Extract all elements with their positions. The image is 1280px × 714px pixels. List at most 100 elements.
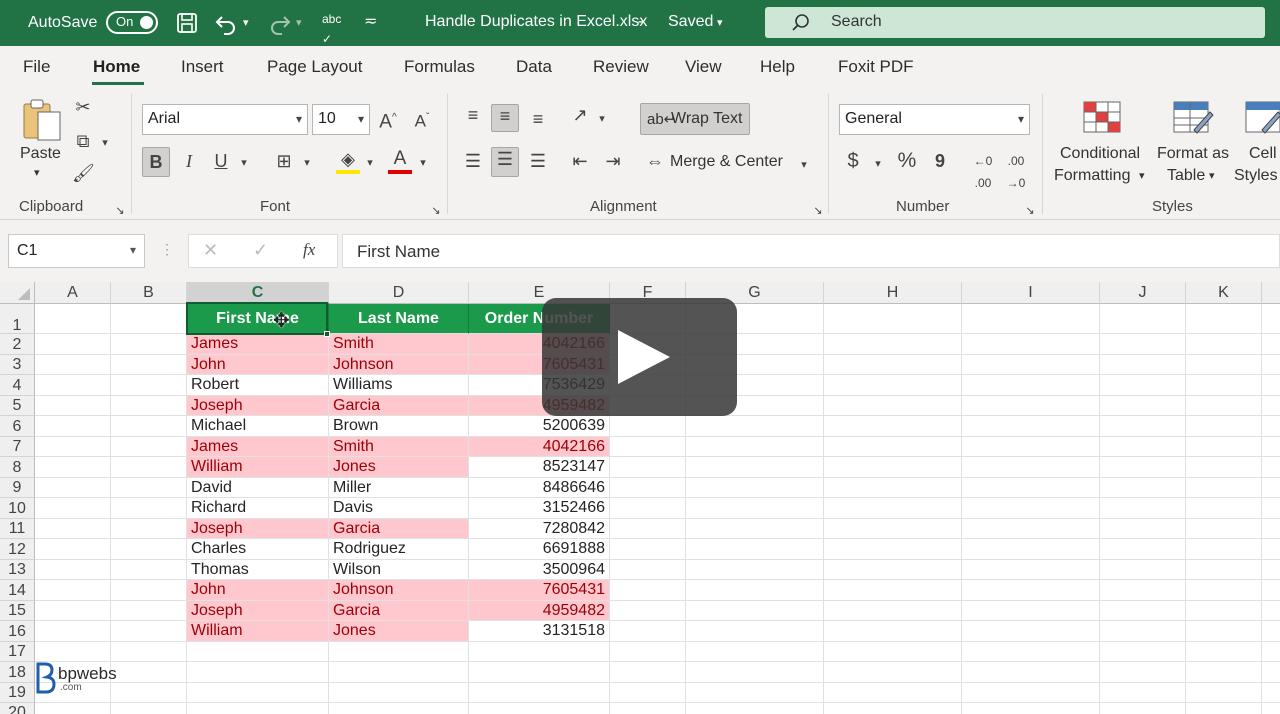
cell-a7[interactable] [35, 437, 111, 457]
cell-i17[interactable] [962, 642, 1100, 662]
customize-toolbar-icon[interactable]: ≂ [364, 12, 377, 32]
cell-g6[interactable] [686, 416, 824, 437]
cell-k1[interactable] [1186, 304, 1262, 334]
conditional-formatting-icon[interactable] [1082, 100, 1122, 134]
cell-first-name[interactable]: Michael [187, 416, 329, 437]
row-header-18[interactable]: 18 [0, 662, 35, 683]
cell-g17[interactable] [686, 642, 824, 662]
cell-i5[interactable] [962, 396, 1100, 416]
cell-k10[interactable] [1186, 498, 1262, 519]
column-header-l[interactable]: L [1262, 282, 1280, 304]
font-color-icon[interactable]: A [388, 148, 412, 174]
cell-h15[interactable] [824, 601, 962, 621]
column-header-d[interactable]: D [329, 282, 469, 304]
wrap-text-button[interactable]: ab↵ Wrap Text [640, 103, 750, 135]
cell-styles-line2[interactable]: Styles [1234, 167, 1278, 185]
cell-l15[interactable] [1262, 601, 1280, 621]
cell-i3[interactable] [962, 355, 1100, 375]
cell-k4[interactable] [1186, 375, 1262, 396]
cell-g18[interactable] [686, 662, 824, 683]
format-painter-icon[interactable]: 🖌 [72, 162, 95, 184]
cell-f14[interactable] [610, 580, 686, 601]
cell-i15[interactable] [962, 601, 1100, 621]
align-bottom-icon[interactable]: ≡ [525, 108, 551, 130]
borders-icon[interactable]: ⊞ [272, 150, 296, 172]
cell-first-name[interactable]: James [187, 334, 329, 355]
cell-c17[interactable] [187, 642, 329, 662]
italic-button[interactable]: I [178, 150, 200, 172]
cell-b7[interactable] [111, 437, 187, 457]
cell-g12[interactable] [686, 539, 824, 560]
video-play-button[interactable] [542, 298, 737, 416]
cell-l12[interactable] [1262, 539, 1280, 560]
cell-d18[interactable] [329, 662, 469, 683]
cell-j3[interactable] [1100, 355, 1186, 375]
cell-styles-icon[interactable] [1244, 100, 1280, 136]
copy-dropdown-icon[interactable]: ▾ [98, 132, 112, 154]
cell-j14[interactable] [1100, 580, 1186, 601]
cell-last-name[interactable]: Garcia [329, 519, 469, 539]
font-color-dropdown-icon[interactable]: ▾ [416, 152, 430, 174]
cell-j20[interactable] [1100, 703, 1186, 714]
name-box[interactable]: C1 ▾ [8, 234, 145, 268]
cell-first-name[interactable]: Thomas [187, 560, 329, 580]
font-size-combo[interactable]: 10 ▾ [312, 104, 370, 135]
decrease-indent-icon[interactable]: ⇤ [567, 150, 593, 172]
tab-foxit-pdf[interactable]: Foxit PDF [838, 57, 914, 77]
cell-j7[interactable] [1100, 437, 1186, 457]
cell-l20[interactable] [1262, 703, 1280, 714]
cell-b13[interactable] [111, 560, 187, 580]
cell-e18[interactable] [469, 662, 610, 683]
cell-h18[interactable] [824, 662, 962, 683]
cell-b5[interactable] [111, 396, 187, 416]
cell-b8[interactable] [111, 457, 187, 478]
cell-order-number[interactable]: 7280842 [469, 519, 610, 539]
borders-dropdown-icon[interactable]: ▾ [300, 152, 314, 174]
tab-help[interactable]: Help [760, 57, 795, 77]
cell-a4[interactable] [35, 375, 111, 396]
cell-last-name[interactable]: Johnson [329, 355, 469, 375]
cell-first-name[interactable]: Joseph [187, 396, 329, 416]
cell-h7[interactable] [824, 437, 962, 457]
cell-j15[interactable] [1100, 601, 1186, 621]
cell-first-name[interactable]: Richard [187, 498, 329, 519]
cell-k13[interactable] [1186, 560, 1262, 580]
row-header-10[interactable]: 10 [0, 498, 35, 519]
row-header-6[interactable]: 6 [0, 416, 35, 437]
cell-f18[interactable] [610, 662, 686, 683]
cell-i2[interactable] [962, 334, 1100, 355]
cell-k6[interactable] [1186, 416, 1262, 437]
cell-last-name[interactable]: Wilson [329, 560, 469, 580]
cell-j17[interactable] [1100, 642, 1186, 662]
row-header-19[interactable]: 19 [0, 683, 35, 703]
cell-a3[interactable] [35, 355, 111, 375]
cell-order-number[interactable]: 7605431 [469, 580, 610, 601]
cell-a2[interactable] [35, 334, 111, 355]
cell-l9[interactable] [1262, 478, 1280, 498]
cell-h16[interactable] [824, 621, 962, 642]
row-header-20[interactable]: 20 [0, 703, 35, 714]
cell-l1[interactable] [1262, 304, 1280, 334]
column-header-k[interactable]: K [1186, 282, 1262, 304]
cell-l7[interactable] [1262, 437, 1280, 457]
cell-f9[interactable] [610, 478, 686, 498]
cell-b6[interactable] [111, 416, 187, 437]
format-as-table-icon[interactable] [1172, 100, 1214, 136]
cell-l13[interactable] [1262, 560, 1280, 580]
increase-decimal-icon[interactable]: ←0.00 [970, 150, 996, 194]
increase-indent-icon[interactable]: ⇥ [600, 150, 626, 172]
cell-k14[interactable] [1186, 580, 1262, 601]
cell-l6[interactable] [1262, 416, 1280, 437]
cell-a14[interactable] [35, 580, 111, 601]
cell-k11[interactable] [1186, 519, 1262, 539]
tab-formulas[interactable]: Formulas [404, 57, 475, 77]
formula-bar-grip-icon[interactable]: ⋮ [160, 241, 174, 258]
cell-e19[interactable] [469, 683, 610, 703]
cell-order-number[interactable]: 8523147 [469, 457, 610, 478]
underline-dropdown-icon[interactable]: ▾ [237, 152, 251, 174]
saved-dropdown-icon[interactable]: ▾ [717, 13, 723, 33]
cell-j8[interactable] [1100, 457, 1186, 478]
cell-j19[interactable] [1100, 683, 1186, 703]
cell-a16[interactable] [35, 621, 111, 642]
cell-h5[interactable] [824, 396, 962, 416]
